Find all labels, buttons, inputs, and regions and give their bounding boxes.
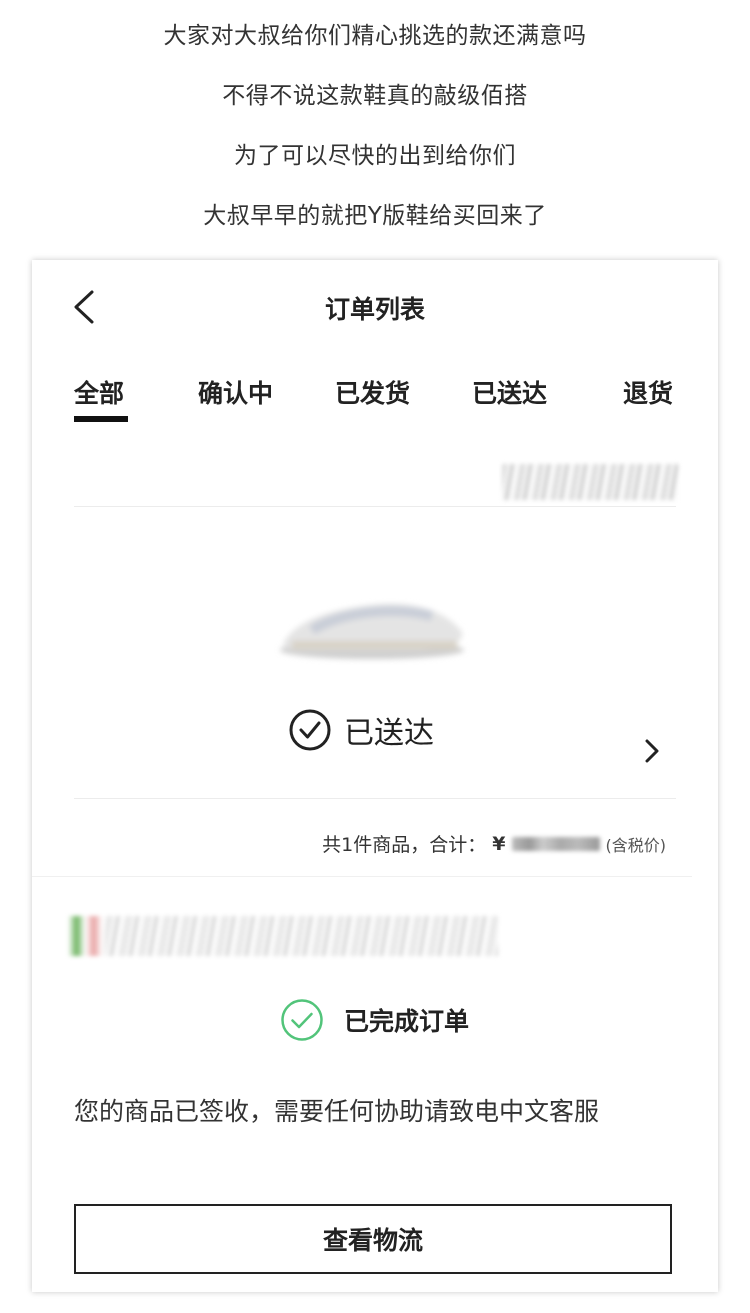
caption-line-3: 为了可以尽快的出到给你们 <box>234 143 516 169</box>
order-list-screen: 订单列表 全部 确认中 已发货 已送达 退货 已送达 共1件商品，合计： ¥ (… <box>32 260 718 1292</box>
tax-note: (含税价) <box>605 835 667 855</box>
total-prefix: 共1件商品，合计： <box>322 834 487 856</box>
currency-symbol: ¥ <box>492 832 506 855</box>
order-number-redacted <box>502 464 678 500</box>
tab-confirming[interactable]: 确认中 <box>198 374 273 410</box>
order-total: 共1件商品，合计： ¥ (含税价) <box>322 830 666 857</box>
total-amount-redacted <box>511 836 600 851</box>
shop-info-redacted <box>68 916 498 956</box>
chevron-right-icon[interactable] <box>640 736 664 766</box>
caption-line-4: 大叔早早的就把Y版鞋给买回来了 <box>203 203 547 229</box>
divider <box>74 506 676 507</box>
caption-line-1: 大家对大叔给你们精心挑选的款还满意吗 <box>163 23 587 49</box>
product-image <box>280 603 464 659</box>
view-logistics-button[interactable]: 查看物流 <box>74 1204 672 1274</box>
status-label: 已送达 <box>344 716 434 751</box>
completed-order: 已完成订单 <box>280 998 469 1042</box>
active-tab-indicator <box>74 416 128 422</box>
tab-delivered[interactable]: 已送达 <box>472 374 547 410</box>
divider <box>74 798 676 799</box>
divider <box>32 876 692 877</box>
tab-all[interactable]: 全部 <box>74 374 124 410</box>
order-status: 已送达 <box>288 708 434 752</box>
completed-label: 已完成订单 <box>344 1007 470 1036</box>
page-title: 订单列表 <box>324 295 425 324</box>
tab-returns[interactable]: 退货 <box>623 374 673 410</box>
caption-line-2: 不得不说这款鞋真的敲级佰搭 <box>222 83 528 109</box>
delivery-message: 您的商品已签收，需要任何协助请致电中文客服 <box>74 1097 600 1126</box>
check-circle-icon <box>289 709 331 751</box>
tab-shipped[interactable]: 已发货 <box>335 374 410 410</box>
check-circle-icon <box>281 999 323 1041</box>
